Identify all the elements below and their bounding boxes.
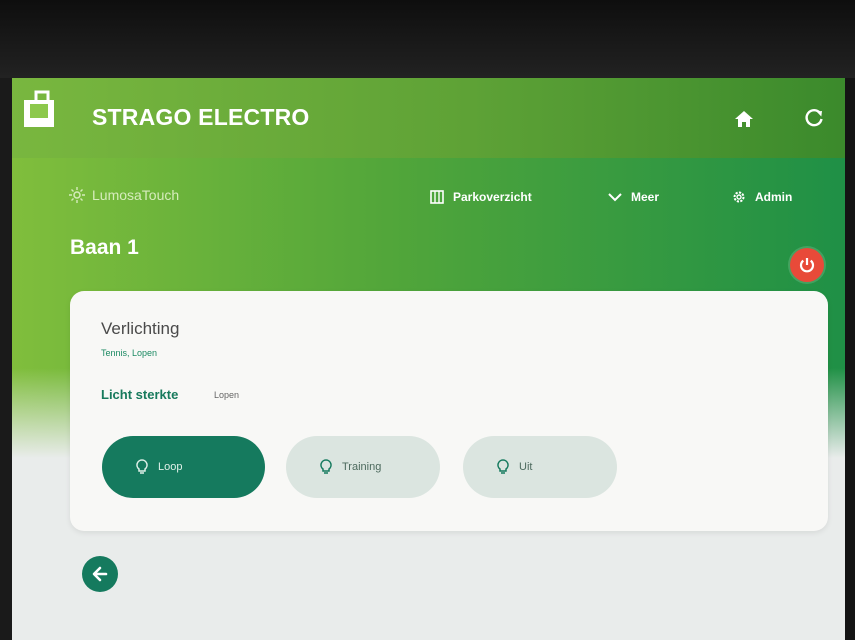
mode-uit-button[interactable]: Uit bbox=[463, 436, 617, 498]
lightbulb-icon bbox=[497, 459, 509, 474]
chevron-down-icon bbox=[608, 193, 622, 202]
nav-parkoverzicht-label: Parkoverzicht bbox=[453, 190, 532, 204]
power-icon bbox=[799, 258, 815, 273]
app-logo-icon bbox=[22, 90, 56, 128]
lumosa-logo-icon bbox=[69, 187, 85, 203]
nav-admin[interactable]: Admin bbox=[732, 190, 792, 204]
lightbulb-icon bbox=[320, 459, 332, 474]
app-bar: STRAGO ELECTRO bbox=[12, 78, 845, 158]
light-strength-value: Lopen bbox=[214, 390, 240, 400]
map-icon bbox=[430, 190, 444, 204]
screen: STRAGO ELECTRO LumosaTouch Parkoverzicht bbox=[12, 78, 845, 640]
nav-parkoverzicht[interactable]: Parkoverzicht bbox=[430, 190, 532, 204]
arrow-left-icon bbox=[92, 566, 108, 582]
lighting-card: Verlichting Tennis, Lopen Licht sterkte … bbox=[70, 291, 828, 531]
brand: LumosaTouch bbox=[68, 186, 179, 204]
light-strength-label: Licht sterkte bbox=[101, 387, 179, 402]
back-button[interactable] bbox=[82, 556, 118, 592]
device-bezel-top bbox=[0, 0, 855, 78]
mode-training-button[interactable]: Training bbox=[286, 436, 440, 498]
mode-loop-button[interactable]: Loop bbox=[102, 436, 265, 498]
gear-icon bbox=[733, 191, 745, 203]
mode-loop-label: Loop bbox=[158, 461, 183, 473]
card-subtitle: Tennis, Lopen bbox=[101, 348, 158, 358]
card-title: Verlichting bbox=[101, 319, 180, 338]
mode-training-label: Training bbox=[342, 461, 382, 473]
home-icon[interactable] bbox=[731, 106, 757, 132]
brand-name: LumosaTouch bbox=[92, 187, 180, 203]
device-bezel-left bbox=[0, 78, 12, 640]
lightbulb-icon bbox=[136, 459, 148, 474]
mode-uit-label: Uit bbox=[519, 461, 533, 473]
page-title: Baan 1 bbox=[70, 236, 139, 259]
nav-meer-label: Meer bbox=[631, 190, 660, 204]
refresh-icon[interactable] bbox=[801, 104, 827, 130]
nav-meer[interactable]: Meer bbox=[608, 190, 659, 204]
app-title: STRAGO ELECTRO bbox=[92, 104, 310, 130]
nav-admin-label: Admin bbox=[755, 190, 793, 204]
power-button[interactable] bbox=[790, 248, 824, 282]
device-bezel-right bbox=[845, 78, 855, 640]
